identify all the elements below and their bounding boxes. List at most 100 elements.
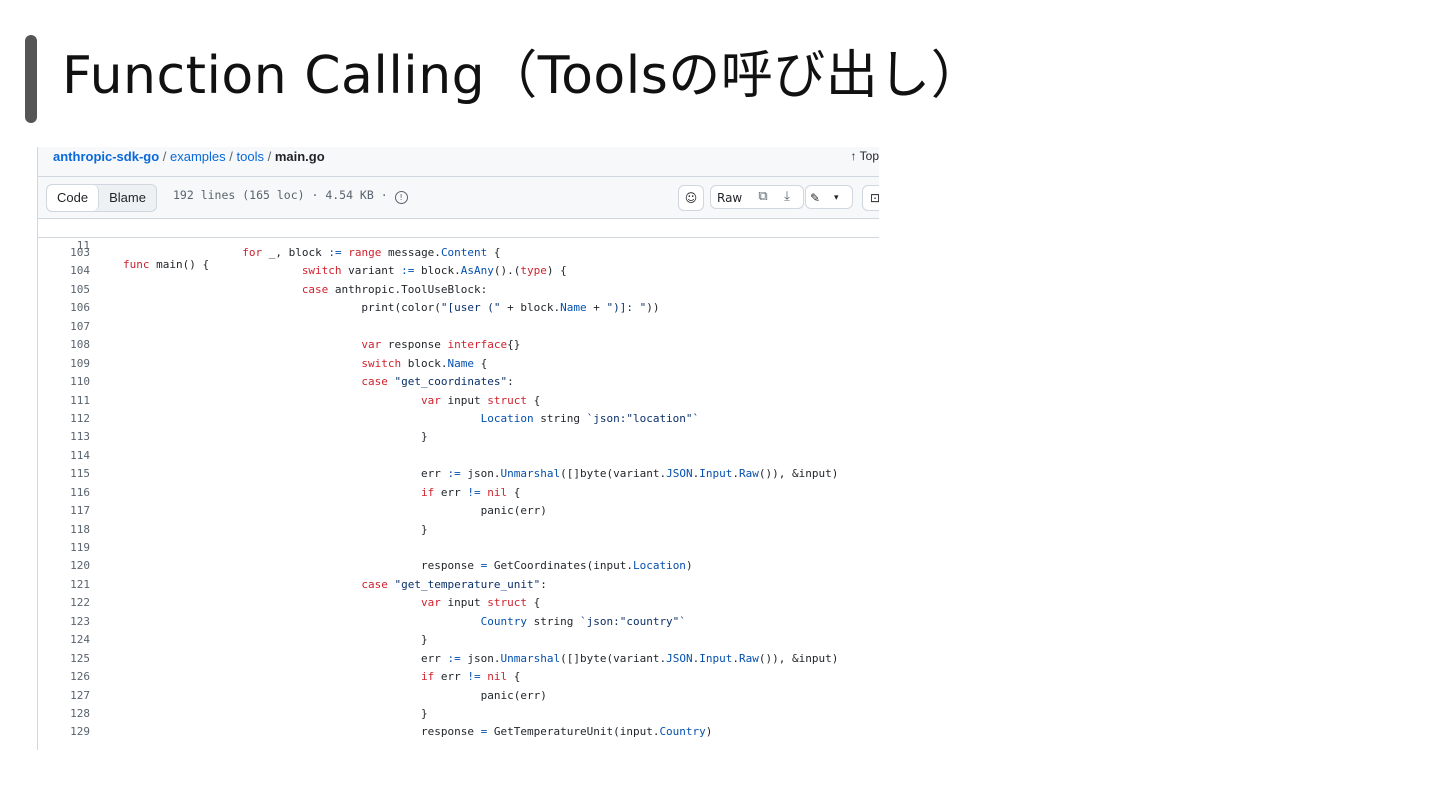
top-button[interactable]: ↑ Top xyxy=(851,149,879,163)
tab-blame[interactable]: Blame xyxy=(99,185,156,211)
line-number: 112 xyxy=(70,411,90,425)
title-accent-bar xyxy=(25,35,37,123)
code-text: var response interface{} xyxy=(361,338,521,352)
code-line: 126 if err != nil { xyxy=(38,668,879,686)
code-text: } xyxy=(123,430,428,444)
line-number: 129 xyxy=(70,725,90,739)
code-line: 115 err := json.Unmarshal([]byte(variant… xyxy=(38,465,879,483)
code-line: 103 for _, block := range message.Conten… xyxy=(38,244,879,262)
code-text: var input struct { xyxy=(421,596,541,610)
line-number: 113 xyxy=(70,430,90,444)
breadcrumb-separator: / xyxy=(225,149,237,164)
line-number: 122 xyxy=(70,596,90,610)
code-line: 124 } xyxy=(38,631,879,649)
code-line: 116 if err != nil { xyxy=(38,484,879,502)
code-text: Country string `json:"country"` xyxy=(480,614,686,628)
code-text: case anthropic.ToolUseBlock: xyxy=(301,282,488,296)
code-line: 104 switch variant := block.AsAny().(typ… xyxy=(38,262,879,280)
sticky-scope-line: 11 func main() { xyxy=(38,219,879,271)
line-number: 127 xyxy=(70,688,90,702)
tab-code[interactable]: Code xyxy=(47,185,100,211)
code-line: 128 } xyxy=(38,705,879,723)
breadcrumb-repo-link[interactable]: anthropic-sdk-go xyxy=(53,149,159,164)
code-text: err := json.Unmarshal([]byte(variant.JSO… xyxy=(123,467,839,481)
breadcrumb-examples-link[interactable]: examples xyxy=(170,149,226,164)
code-line: 105 case anthropic.ToolUseBlock: xyxy=(38,281,879,299)
line-number: 126 xyxy=(70,670,90,684)
file-info-text: 192 lines (165 loc) · 4.54 KB · xyxy=(173,188,388,202)
line-number: 105 xyxy=(70,282,90,296)
symbols-icon[interactable]: ⊡ xyxy=(862,185,879,211)
line-number: 111 xyxy=(70,393,90,407)
code-line: 107 xyxy=(38,318,879,336)
line-number: 103 xyxy=(70,246,90,259)
code-line: 118 } xyxy=(38,521,879,539)
code-line: 127 panic(err) xyxy=(38,687,879,705)
code-line: 109 switch block.Name { xyxy=(38,355,879,373)
view-mode-switch: Code Blame xyxy=(46,184,157,212)
code-text: response = GetTemperatureUnit(input.Coun… xyxy=(123,725,713,739)
copilot-icon[interactable]: ☺ xyxy=(678,185,704,211)
code-text: panic(err) xyxy=(123,688,547,702)
line-number: 108 xyxy=(70,338,90,352)
breadcrumb-path: anthropic-sdk-go / examples / tools / ma… xyxy=(53,149,325,164)
line-number: 124 xyxy=(70,633,90,647)
code-text: case "get_temperature_unit": xyxy=(361,577,547,591)
line-number: 110 xyxy=(70,375,90,389)
edit-icon[interactable]: ✎ xyxy=(810,191,820,205)
code-text: panic(err) xyxy=(123,504,547,518)
line-number: 106 xyxy=(70,301,90,315)
code-line: 119 xyxy=(38,539,879,557)
code-viewer-screenshot: anthropic-sdk-go / examples / tools / ma… xyxy=(37,147,879,750)
line-number: 116 xyxy=(70,485,90,499)
code-line: 125 err := json.Unmarshal([]byte(variant… xyxy=(38,650,879,668)
raw-button[interactable]: Raw xyxy=(717,191,742,205)
line-number: 109 xyxy=(70,356,90,370)
line-number: 114 xyxy=(70,448,90,462)
breadcrumb-separator: / xyxy=(263,149,275,164)
code-text: case "get_coordinates": xyxy=(361,375,514,389)
line-number: 117 xyxy=(70,504,90,518)
breadcrumb-file: main.go xyxy=(274,149,325,164)
line-number: 120 xyxy=(70,559,90,573)
cutoff-next-line: 130 case "get_weather": xyxy=(38,746,879,750)
line-number: 107 xyxy=(70,319,90,333)
breadcrumb-tools-link[interactable]: tools xyxy=(237,149,264,164)
edit-button-group: ✎ ▾ xyxy=(805,185,853,209)
download-icon[interactable]: ⤓ xyxy=(776,185,798,209)
line-number: 119 xyxy=(70,541,90,554)
line-number: 115 xyxy=(70,467,90,481)
line-number: 123 xyxy=(70,614,90,628)
code-line: 112 Location string `json:"location"` xyxy=(38,410,879,428)
slide-title: Function Calling（Toolsの呼び出し） xyxy=(62,46,984,106)
line-number: 118 xyxy=(70,522,90,536)
line-number: 125 xyxy=(70,651,90,665)
code-text: if err != nil { xyxy=(421,485,521,499)
code-text: if err != nil { xyxy=(421,670,521,684)
code-text: var input struct { xyxy=(421,393,541,407)
file-info: 192 lines (165 loc) · 4.54 KB · ! xyxy=(173,188,408,204)
file-toolbar: Code Blame 192 lines (165 loc) · 4.54 KB… xyxy=(38,177,879,219)
code-line: 113 } xyxy=(38,428,879,446)
code-line: 122 var input struct { xyxy=(38,594,879,612)
code-text: } xyxy=(123,706,428,720)
info-icon[interactable]: ! xyxy=(394,191,408,204)
code-text: for _, block := range message.Content { xyxy=(242,246,501,259)
code-line: 123 Country string `json:"country"` xyxy=(38,613,879,631)
code-line: 121 case "get_temperature_unit": xyxy=(38,576,879,594)
chevron-down-icon[interactable]: ▾ xyxy=(834,186,839,210)
code-text: switch variant := block.AsAny().(type) { xyxy=(301,264,567,278)
code-text: response = GetCoordinates(input.Location… xyxy=(123,559,693,573)
code-lines: 103 for _, block := range message.Conten… xyxy=(38,244,879,742)
code-text: switch block.Name { xyxy=(361,356,488,370)
code-line: 129 response = GetTemperatureUnit(input.… xyxy=(38,723,879,741)
code-text: print(color("[user (" + block.Name + ")]… xyxy=(123,301,660,315)
code-line: 110 case "get_coordinates": xyxy=(38,373,879,391)
breadcrumb: anthropic-sdk-go / examples / tools / ma… xyxy=(38,147,879,177)
code-text: } xyxy=(123,522,428,536)
line-number: 121 xyxy=(70,577,90,591)
code-text: Location string `json:"location"` xyxy=(480,411,700,425)
code-line: 106 print(color("[user (" + block.Name +… xyxy=(38,299,879,317)
copy-icon[interactable]: ⧉ xyxy=(752,185,774,209)
breadcrumb-separator: / xyxy=(159,149,171,164)
